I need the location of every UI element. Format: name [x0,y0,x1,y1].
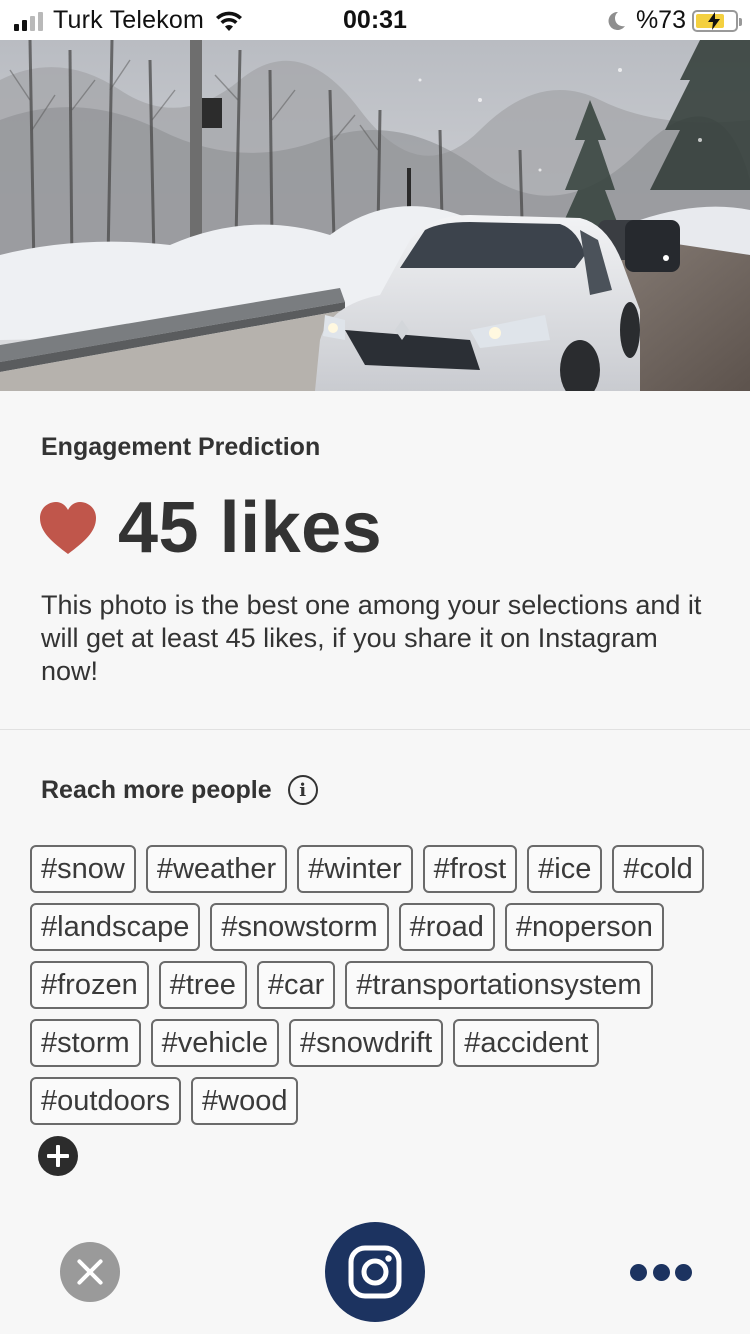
wifi-icon [216,11,243,31]
hashtag-chip[interactable]: #vehicle [150,1019,280,1067]
hashtag-chip[interactable]: #snow [30,845,136,893]
engagement-description: This photo is the best one among your se… [41,590,702,686]
reach-section-header: Reach more people i [41,775,318,805]
instagram-icon [348,1245,402,1299]
share-instagram-button[interactable] [325,1222,425,1322]
reach-title: Reach more people [41,775,272,804]
heart-icon [40,502,96,554]
battery-icon [692,9,742,32]
photo-illustration [0,40,750,391]
hashtag-chip[interactable]: #cold [612,845,704,893]
carrier-name: Turk Telekom [53,6,205,34]
engagement-section: Engagement Prediction 45 likes This phot… [0,391,750,729]
likes-count: 45 likes [118,488,383,568]
hashtag-chip[interactable]: #road [398,903,495,951]
more-dot [675,1263,692,1281]
hashtag-chip[interactable]: #storm [30,1019,141,1067]
add-hashtag-button[interactable] [38,1136,78,1176]
more-dot [630,1263,647,1281]
hashtag-chip[interactable]: #frost [422,845,518,893]
section-divider [0,729,750,730]
hashtag-chip[interactable]: #wood [191,1077,299,1125]
hashtag-chip[interactable]: #snowdrift [289,1019,444,1067]
more-options-button[interactable] [630,1262,692,1282]
close-button[interactable] [60,1242,120,1302]
hashtag-chip[interactable]: #winter [297,845,413,893]
engagement-title: Engagement Prediction [41,433,321,461]
hashtag-chip[interactable]: #weather [145,845,288,893]
likes-row: 45 likes [38,487,382,569]
battery-percent: %73 [635,6,686,34]
info-icon[interactable]: i [287,775,318,805]
hashtag-chip[interactable]: #landscape [30,903,201,951]
hashtag-chip[interactable]: #noperson [504,903,664,951]
hashtag-chip[interactable]: #accident [453,1019,600,1067]
more-dot [652,1263,670,1281]
hashtag-chip[interactable]: #snowstorm [210,903,389,951]
status-right: %73 [606,6,742,35]
signal-icon [14,11,43,31]
hashtag-chip[interactable]: #frozen [30,961,149,1009]
hashtag-chip[interactable]: #transportationsystem [345,961,653,1009]
hashtag-chip[interactable]: #ice [527,845,603,893]
hashtag-list: #snow #weather #winter #frost #ice #cold #land… [30,845,720,1125]
status-bar: Turk Telekom 00:31 %73 [0,0,750,40]
moon-icon [608,11,625,30]
status-left: Turk Telekom [14,6,244,35]
charging-bolt-icon [708,11,720,30]
hashtag-chip[interactable]: #tree [158,961,247,1009]
hashtag-chip[interactable]: #car [256,961,336,1009]
hashtag-chip[interactable]: #outdoors [30,1077,181,1125]
snowy-road-car-photo [0,40,750,391]
